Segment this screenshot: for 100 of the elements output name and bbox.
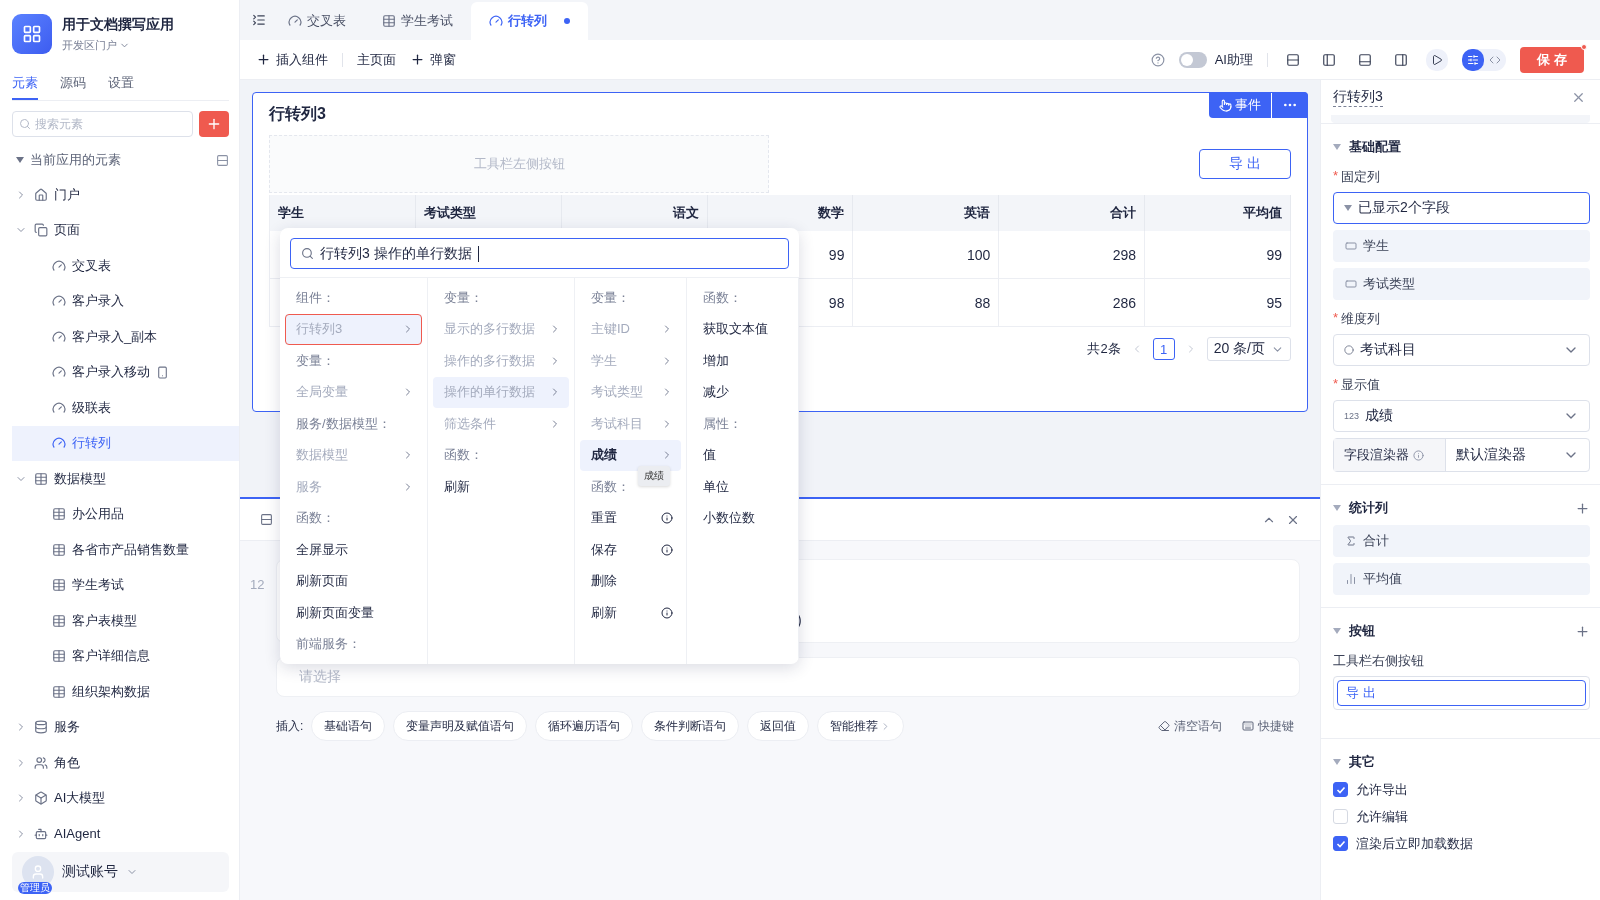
export-button[interactable]: 导 出 <box>1199 149 1291 179</box>
popup-button[interactable]: 弹窗 <box>410 50 456 69</box>
tree-item[interactable]: 学生考试 <box>12 567 239 603</box>
picker-heading: 变量： <box>296 351 335 370</box>
dimension-select[interactable]: 考试科目 <box>1333 334 1590 366</box>
field-label: 显示值 <box>1341 376 1381 394</box>
inspector-title: 行转列3 <box>1333 88 1383 107</box>
picker-search-field[interactable]: 行转列3 操作的单行数据 <box>290 238 789 269</box>
insert-button[interactable]: 循环遍历语句 <box>535 711 634 741</box>
tree-item[interactable]: 客户录入移动 <box>12 354 239 390</box>
editor-tab[interactable]: 行转列 <box>471 2 588 40</box>
sidebar-tab[interactable]: 设置 <box>108 68 134 100</box>
picker-heading: 变量： <box>591 288 630 307</box>
tree-item[interactable]: 级联表 <box>12 390 239 426</box>
main-page-button[interactable]: 主页面 <box>357 50 396 69</box>
column-header: 平均值 <box>1145 195 1291 231</box>
insert-button[interactable]: 变量声明及赋值语句 <box>393 711 528 741</box>
fixed-columns-select[interactable]: 已显示2个字段 <box>1333 192 1590 224</box>
collapse-icon[interactable] <box>216 153 229 167</box>
eraser-icon <box>1158 720 1170 732</box>
picker-item[interactable]: 获取文本值 <box>692 313 793 345</box>
picker-item[interactable]: 刷新页面变量 <box>285 597 422 629</box>
stat-chip[interactable]: 合计 <box>1333 525 1590 557</box>
picker-item[interactable]: 刷新 <box>580 597 681 629</box>
tree-item[interactable]: 各省市产品销售数量 <box>12 532 239 568</box>
design-mode-button[interactable] <box>1462 48 1484 71</box>
tree-item[interactable]: AI大模型 <box>12 780 239 816</box>
picker-item[interactable]: 删除 <box>580 565 681 597</box>
close-icon[interactable] <box>1571 90 1586 105</box>
insert-button[interactable]: 条件判断语句 <box>641 711 740 741</box>
picker-item[interactable]: 全屏显示 <box>285 534 422 566</box>
event-button[interactable]: 事件 <box>1209 92 1271 118</box>
tree-item[interactable]: 客户录入 <box>12 283 239 319</box>
picker-item[interactable]: 小数位数 <box>692 502 793 534</box>
picker-heading: 前端服务： <box>296 635 361 654</box>
picker-item[interactable]: 刷新 <box>433 471 569 503</box>
tree-item[interactable]: AIAgent <box>12 816 239 852</box>
add-icon[interactable] <box>1575 500 1590 516</box>
tree-item[interactable]: 服务 <box>12 709 239 745</box>
table-cell: 298 <box>1112 246 1137 263</box>
insert-button[interactable]: 基础语句 <box>311 711 386 741</box>
tree-item[interactable]: 客户详细信息 <box>12 638 239 674</box>
tree-item[interactable]: 办公用品 <box>12 496 239 532</box>
tree-item[interactable]: 数据模型 <box>12 461 239 497</box>
chart-icon <box>1345 573 1357 585</box>
panel-bottom-icon <box>1358 52 1372 67</box>
table-cell: 88 <box>974 294 991 311</box>
picker-item[interactable]: 减少 <box>692 376 793 408</box>
portal-selector[interactable]: 开发区门户 <box>62 37 174 53</box>
tree-item[interactable]: 页面 <box>12 212 239 248</box>
ai-toggle[interactable] <box>1178 51 1207 68</box>
caret-icon <box>1333 505 1341 511</box>
check-icon <box>1335 838 1346 849</box>
add-icon[interactable] <box>1575 623 1590 639</box>
picker-heading: 属性： <box>703 414 742 433</box>
insert-button[interactable]: 返回值 <box>747 711 810 741</box>
table-cell: 98 <box>828 294 845 311</box>
insert-component-button[interactable]: 插入组件 <box>256 50 328 69</box>
field-chip[interactable]: 学生 <box>1333 230 1590 262</box>
editor-tab[interactable]: 学生考试 <box>364 2 471 40</box>
clear-link[interactable]: 清空语句 <box>1152 716 1228 736</box>
sidebar-tab[interactable]: 元素 <box>12 68 38 100</box>
logic-icon <box>260 513 273 526</box>
picker-item[interactable]: 刷新页面 <box>285 565 422 597</box>
sidebar-tab[interactable]: 源码 <box>60 68 86 100</box>
tree-item[interactable]: 门户 <box>12 177 239 213</box>
page-number[interactable]: 1 <box>1152 338 1175 360</box>
tree-item[interactable]: 交叉表 <box>12 248 239 284</box>
tree-item[interactable]: 客户录入_副本 <box>12 319 239 355</box>
picker-item[interactable]: 重置 <box>580 502 681 534</box>
tree-item[interactable]: 组织架构数据 <box>12 674 239 710</box>
caret-icon <box>1344 205 1352 211</box>
display-value-select[interactable]: 123 成绩 <box>1333 400 1590 432</box>
user-account[interactable]: 管理员 测试账号 <box>12 852 229 892</box>
insert-button[interactable]: 智能推荐 <box>817 711 905 741</box>
toolbar-button-item[interactable]: 导 出 <box>1337 680 1586 706</box>
hand-icon <box>1219 98 1232 112</box>
page-size-select[interactable]: 20 条/页 <box>1206 337 1291 361</box>
picker-item[interactable]: 值 <box>692 439 793 471</box>
search-field[interactable]: 搜索元素 <box>12 111 193 137</box>
component-title: 行转列3 <box>269 103 326 124</box>
caret-icon <box>16 157 24 163</box>
ai-label: AI助理 <box>1214 50 1253 69</box>
shortcut-link[interactable]: 快捷键 <box>1236 716 1300 736</box>
add-button[interactable] <box>199 111 229 137</box>
tree-item[interactable]: 客户表模型 <box>12 603 239 639</box>
stat-chip[interactable]: 平均值 <box>1333 563 1590 595</box>
picker-item[interactable]: 单位 <box>692 471 793 503</box>
picker-item[interactable]: 保存 <box>580 534 681 566</box>
picker-item[interactable]: 增加 <box>692 345 793 377</box>
help-icon[interactable] <box>1150 52 1165 67</box>
editor-tab[interactable]: 交叉表 <box>270 2 364 40</box>
field-chip[interactable]: 考试类型 <box>1333 268 1590 300</box>
tree-item[interactable]: 角色 <box>12 745 239 781</box>
tree-item[interactable]: 行转列 <box>12 425 239 461</box>
column-header: 合计 <box>999 195 1146 231</box>
checkbox[interactable] <box>1333 836 1348 851</box>
field-label: 固定列 <box>1341 168 1381 186</box>
checkbox[interactable] <box>1333 782 1348 797</box>
play-button[interactable] <box>1426 48 1448 71</box>
